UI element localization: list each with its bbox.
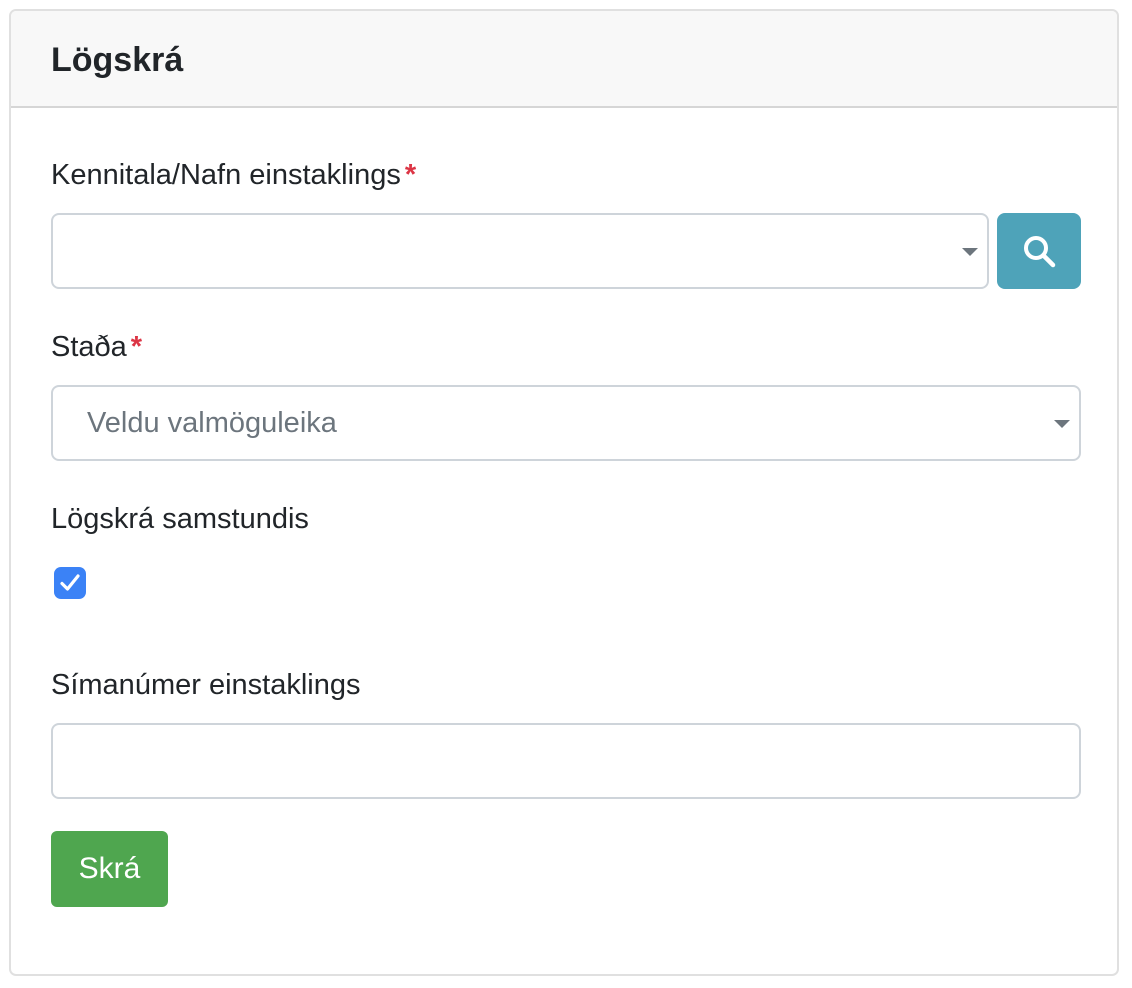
person-label-text: Kennitala/Nafn einstaklings	[51, 159, 401, 191]
required-marker: *	[404, 159, 417, 191]
search-icon	[1024, 236, 1056, 268]
phone-input[interactable]	[51, 723, 1081, 799]
register-together-label-text: Lögskrá samstundis	[51, 503, 309, 535]
submit-button[interactable]: Skrá	[51, 831, 168, 907]
phone-label: Símanúmer einstaklings	[51, 668, 360, 702]
search-button[interactable]	[997, 213, 1081, 289]
card-header: Lögskrá	[11, 11, 1117, 108]
register-together-checkbox[interactable]	[54, 567, 86, 599]
register-together-label: Lögskrá samstundis	[51, 502, 309, 536]
caret-down-icon	[962, 248, 978, 256]
check-icon	[60, 574, 80, 591]
caret-down-icon	[1054, 420, 1070, 428]
status-label: Staða *	[51, 330, 142, 364]
required-marker: *	[130, 331, 143, 363]
status-select[interactable]: Veldu valmöguleika	[51, 385, 1081, 461]
card-title: Lögskrá	[51, 41, 184, 79]
registration-card: Lögskrá Kennitala/Nafn einstaklings * Sta…	[9, 9, 1119, 976]
status-label-text: Staða	[51, 331, 127, 363]
phone-label-text: Símanúmer einstaklings	[51, 669, 361, 701]
person-label: Kennitala/Nafn einstaklings *	[51, 158, 416, 192]
status-select-placeholder: Veldu valmöguleika	[87, 407, 337, 439]
person-select[interactable]	[51, 213, 989, 289]
